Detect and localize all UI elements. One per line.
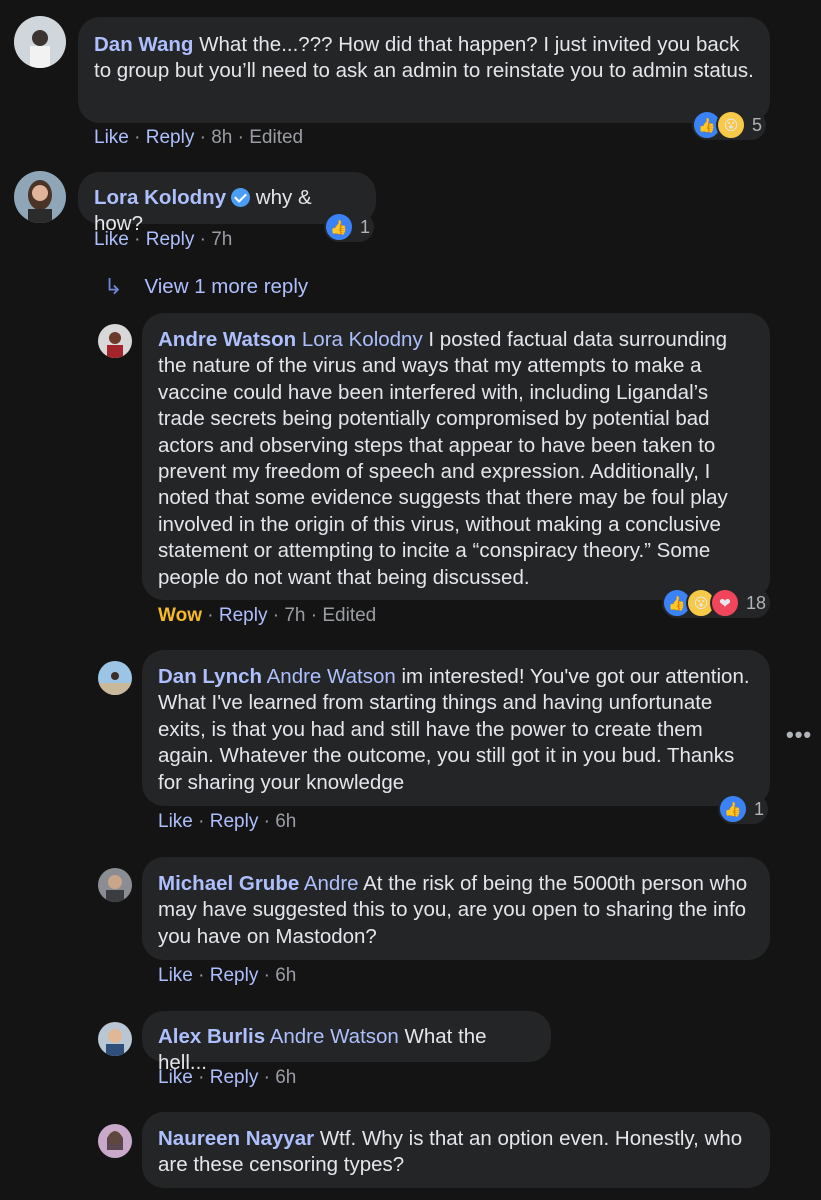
comment-bubble: Michael Grube Andre At the risk of being… — [142, 857, 770, 960]
timestamp[interactable]: 6h — [275, 1067, 296, 1088]
author-name[interactable]: Dan Lynch — [158, 665, 262, 688]
reply-button[interactable]: Reply — [146, 127, 195, 148]
reply-button[interactable]: Reply — [210, 811, 259, 832]
comment-actions: Like · Reply · 6h — [158, 1067, 297, 1088]
reaction-count: 1 — [360, 216, 371, 237]
avatar[interactable] — [14, 171, 66, 223]
reply-button[interactable]: Reply — [219, 605, 268, 626]
timestamp[interactable]: 8h — [211, 127, 232, 148]
like-button[interactable]: Like — [94, 229, 129, 250]
comment-actions: Like · Reply · 6h — [158, 811, 297, 832]
mention-link[interactable]: Lora Kolodny — [302, 328, 423, 351]
comment-actions: Like · Reply · 8h · Edited — [94, 127, 304, 148]
author-name[interactable]: Alex Burlis — [158, 1025, 265, 1048]
more-options-icon[interactable]: ••• — [786, 722, 812, 748]
comment-bubble: Alex Burlis Andre Watson What the hell..… — [142, 1011, 551, 1074]
reply-button[interactable]: Reply — [210, 965, 259, 986]
author-name[interactable]: Naureen Nayyar — [158, 1127, 314, 1150]
like-button[interactable]: Like — [94, 127, 129, 148]
reaction-summary[interactable]: 👍 1 — [324, 212, 375, 242]
reaction-summary[interactable]: 👍 😮 5 — [692, 110, 767, 140]
reply-button[interactable]: Reply — [210, 1067, 259, 1088]
comment-bubble: Naureen Nayyar Wtf. Why is that an optio… — [142, 1112, 770, 1188]
timestamp[interactable]: 7h — [284, 605, 305, 626]
like-button[interactable]: Like — [158, 811, 193, 832]
author-name[interactable]: Lora Kolodny — [94, 186, 226, 209]
author-name[interactable]: Michael Grube — [158, 872, 299, 895]
mention-link[interactable]: Andre Watson — [270, 1025, 399, 1048]
comment-text: What the...??? How did that happen? I ju… — [94, 33, 754, 83]
avatar[interactable] — [98, 1022, 132, 1056]
avatar[interactable] — [98, 868, 132, 902]
timestamp[interactable]: 6h — [275, 965, 296, 986]
comment-bubble: Andre Watson Lora Kolodny I posted factu… — [142, 313, 770, 600]
avatar[interactable] — [14, 16, 66, 68]
reaction-summary[interactable]: 👍 😮 ❤ 18 — [662, 588, 771, 618]
reaction-count: 18 — [746, 592, 767, 613]
wow-icon: 😮 — [716, 110, 746, 140]
mention-link[interactable]: Andre Watson — [267, 665, 396, 688]
avatar[interactable] — [98, 1124, 132, 1158]
reply-arrow-icon: ↳ — [104, 274, 123, 299]
reaction-count: 1 — [754, 798, 765, 819]
mention-link[interactable]: Andre — [304, 872, 359, 895]
avatar[interactable] — [98, 324, 132, 358]
edited-label[interactable]: Edited — [249, 127, 303, 148]
comment-actions: Wow · Reply · 7h · Edited — [158, 605, 377, 626]
author-name[interactable]: Andre Watson — [158, 328, 296, 351]
comment-text: I posted factual data surrounding the na… — [158, 328, 728, 589]
wow-reaction-button[interactable]: Wow — [158, 605, 202, 626]
comment-actions: Like · Reply · 6h — [158, 965, 297, 986]
author-name[interactable]: Dan Wang — [94, 33, 193, 56]
timestamp[interactable]: 7h — [211, 229, 232, 250]
reaction-count: 5 — [752, 114, 763, 135]
verified-badge-icon — [231, 188, 251, 207]
view-more-replies-link[interactable]: ↳ View 1 more reply — [104, 274, 308, 300]
thumbs-up-icon: 👍 — [718, 794, 748, 824]
thumbs-up-icon: 👍 — [324, 212, 354, 242]
reply-button[interactable]: Reply — [146, 229, 195, 250]
comment-bubble: Dan Lynch Andre Watson im interested! Yo… — [142, 650, 770, 806]
timestamp[interactable]: 6h — [275, 811, 296, 832]
comment-bubble: Dan Wang What the...??? How did that hap… — [78, 17, 770, 123]
reaction-summary[interactable]: 👍 1 — [718, 794, 769, 824]
comment-actions: Like · Reply · 7h — [94, 229, 233, 250]
heart-icon: ❤ — [710, 588, 740, 618]
edited-label[interactable]: Edited — [322, 605, 376, 626]
avatar[interactable] — [98, 661, 132, 695]
like-button[interactable]: Like — [158, 1067, 193, 1088]
view-more-label: View 1 more reply — [144, 275, 309, 298]
like-button[interactable]: Like — [158, 965, 193, 986]
